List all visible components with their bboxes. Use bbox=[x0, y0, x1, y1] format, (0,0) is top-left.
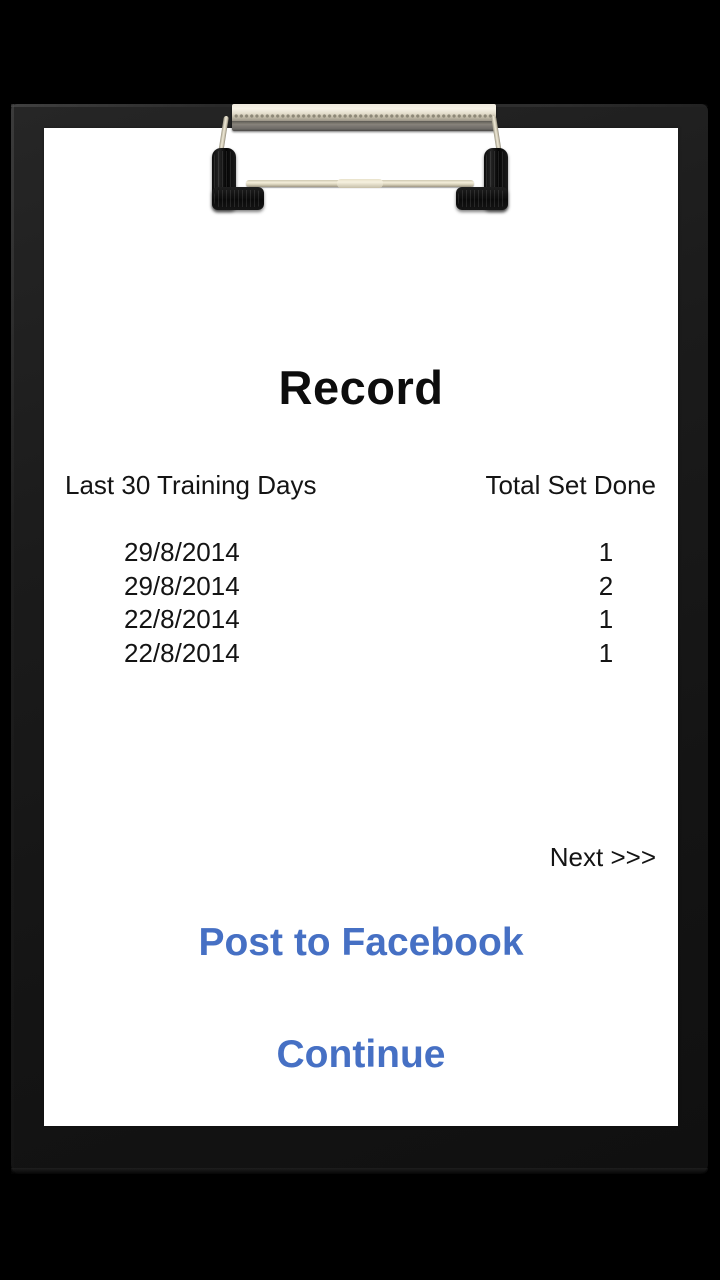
page-title: Record bbox=[278, 361, 444, 414]
table-row: 29/8/2014 2 bbox=[44, 571, 678, 605]
app-screen: Record Last 30 Training Days Total Set D… bbox=[0, 0, 720, 1280]
table-row: 22/8/2014 1 bbox=[44, 638, 678, 672]
table-row: 22/8/2014 1 bbox=[44, 604, 678, 638]
clipboard-top-highlight bbox=[11, 104, 708, 107]
clipboard-left-highlight bbox=[11, 104, 14, 1174]
table-row: 29/8/2014 1 bbox=[44, 537, 678, 571]
post-to-facebook-button[interactable]: Post to Facebook bbox=[44, 921, 678, 965]
column-header-total-set-done: Total Set Done bbox=[485, 470, 656, 500]
record-table-body: 29/8/2014 1 29/8/2014 2 22/8/2014 1 22/8… bbox=[44, 537, 678, 671]
row-sets-value: 1 bbox=[598, 604, 614, 634]
column-header-training-days: Last 30 Training Days bbox=[65, 470, 317, 500]
row-sets: 1 bbox=[44, 537, 678, 568]
row-sets-value: 2 bbox=[598, 570, 614, 601]
record-table-header: Last 30 Training Days Total Set Done bbox=[44, 470, 678, 502]
row-sets-value: 1 bbox=[598, 637, 614, 668]
row-sets: 1 bbox=[44, 638, 678, 669]
record-page-content: Record Last 30 Training Days Total Set D… bbox=[44, 128, 678, 1126]
clipboard-bottom-shadow bbox=[11, 1168, 708, 1174]
row-sets-value: 1 bbox=[598, 537, 614, 567]
row-sets: 1 bbox=[44, 604, 678, 635]
next-page-button[interactable]: Next >>> bbox=[550, 842, 656, 873]
continue-button[interactable]: Continue bbox=[44, 1033, 678, 1077]
row-sets: 2 bbox=[44, 571, 678, 602]
